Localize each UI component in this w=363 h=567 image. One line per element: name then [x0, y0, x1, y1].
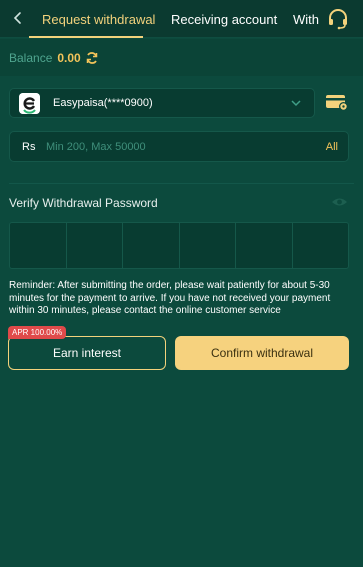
refresh-icon[interactable] [85, 51, 99, 65]
password-digit-box[interactable] [10, 223, 67, 268]
password-digit-box[interactable] [236, 223, 293, 268]
top-nav: Request withdrawal Receiving account Wit… [0, 0, 363, 38]
chevron-down-icon [291, 100, 301, 107]
verify-password-title: Verify Withdrawal Password [9, 196, 158, 210]
card-settings-icon[interactable] [325, 92, 349, 112]
balance-label: Balance [9, 50, 53, 65]
password-digit-box[interactable] [67, 223, 123, 268]
headset-icon[interactable] [326, 6, 350, 30]
password-digit-box[interactable] [293, 223, 349, 268]
account-select[interactable]: Easypaisa(****0900) [9, 88, 315, 118]
reminder-text: Reminder: After submitting the order, pl… [9, 280, 331, 316]
section-divider [9, 183, 354, 184]
balance-value: 0.00 [57, 50, 81, 65]
active-tab-indicator [29, 36, 143, 38]
back-button[interactable] [4, 4, 32, 32]
all-amount-button[interactable]: All [326, 141, 338, 153]
balance-bar: Balance 0.00 [0, 39, 363, 76]
account-name: Easypaisa(****0900) [53, 97, 153, 109]
chevron-left-icon [13, 12, 21, 24]
easypaisa-logo [19, 93, 40, 114]
currency-label: Rs [22, 141, 36, 153]
tab-receiving-account[interactable]: Receiving account [171, 0, 277, 38]
apr-badge: APR 100.00% [8, 326, 67, 339]
confirm-withdrawal-button[interactable]: Confirm withdrawal [175, 336, 349, 370]
password-digit-box[interactable] [123, 223, 180, 268]
amount-field: Rs All [9, 131, 349, 162]
password-input-group [9, 222, 349, 269]
earn-interest-button[interactable]: Earn interest [8, 336, 166, 370]
amount-input[interactable] [46, 136, 306, 158]
eye-icon[interactable] [331, 196, 348, 208]
password-digit-box[interactable] [180, 223, 236, 268]
tab-withdrawal-history[interactable]: With [293, 0, 319, 38]
tab-request-withdrawal[interactable]: Request withdrawal [42, 0, 155, 38]
